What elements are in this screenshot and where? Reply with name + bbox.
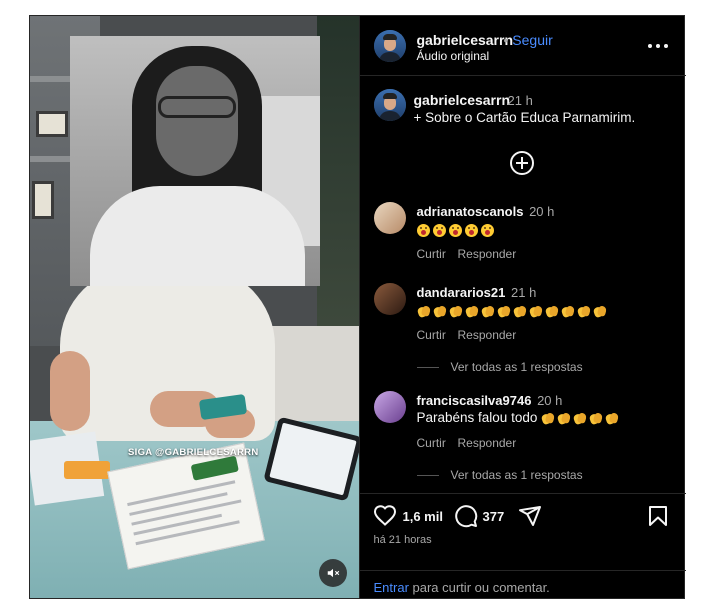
comments-count[interactable]: 377 [483, 509, 505, 524]
author-avatar[interactable] [373, 30, 406, 62]
clapping-emoji [497, 305, 510, 318]
clapping-emoji [541, 412, 554, 425]
woman-face [156, 66, 238, 176]
like-comment-button[interactable]: Curtir [417, 247, 446, 261]
comment-username[interactable]: adrianatoscanols 20 h [417, 204, 555, 219]
clapping-emoji [433, 305, 446, 318]
clapping-emoji [593, 305, 606, 318]
caption-avatar[interactable] [373, 89, 406, 121]
glasses [158, 96, 236, 118]
post-header: gabrielcesarrn • Seguir Áudio original [359, 16, 686, 76]
post-actions: 1,6 mil 377 há 21 horas Entrar para curt… [359, 493, 686, 599]
view-replies-label[interactable]: Ver todas as 1 respostas [451, 468, 583, 482]
clapping-emoji [605, 412, 618, 425]
clapping-emoji [449, 305, 462, 318]
video-watermark: SIGA @GABRIELCESARRN [128, 447, 259, 458]
comment-avatar[interactable] [373, 391, 406, 423]
follow-button[interactable]: • Seguir [504, 32, 553, 48]
overlay-photo [70, 36, 320, 286]
speaker-muted-icon [327, 568, 340, 578]
comment-text [417, 303, 609, 318]
share-icon[interactable] [518, 504, 542, 528]
caption-text: + Sobre o Cartão Educa Parnamirim. [413, 110, 636, 125]
woman-body [90, 186, 305, 286]
comment-time: 20 h [537, 393, 563, 408]
like-comment-button[interactable]: Curtir [417, 436, 446, 450]
clapping-emoji [545, 305, 558, 318]
heart-icon[interactable] [373, 504, 397, 528]
post-panel: gabrielcesarrn • Seguir Áudio original g… [358, 16, 686, 599]
login-text: para curtir ou comentar. [412, 580, 550, 595]
comment-text: Parabéns falou todo [417, 410, 622, 425]
clapping-emoji [561, 305, 574, 318]
post-timestamp: há 21 horas [373, 534, 432, 546]
caption-username[interactable]: gabrielcesarrn [414, 92, 511, 108]
clapping-emoji [481, 305, 494, 318]
clapping-emoji [573, 412, 586, 425]
man-arm [50, 351, 90, 431]
reply-comment-button[interactable]: Responder [458, 247, 517, 261]
reply-comment-button[interactable]: Responder [458, 436, 517, 450]
comment-icon[interactable] [454, 504, 478, 528]
astonished-emoji [464, 223, 478, 237]
reel-video[interactable]: SIGA @GABRIELCESARRN [30, 16, 359, 598]
replies-divider [416, 474, 439, 476]
comment-username[interactable]: dandararios21 21 h [417, 285, 537, 300]
clapping-emoji [513, 305, 526, 318]
post-modal: SIGA @GABRIELCESARRN gabrielcesarrn • Se… [29, 15, 686, 599]
audio-label[interactable]: Áudio original [417, 49, 490, 63]
bookmark-icon[interactable] [646, 504, 670, 528]
like-comment-button[interactable]: Curtir [417, 328, 446, 342]
astonished-emoji [432, 223, 446, 237]
astonished-emoji [448, 223, 462, 237]
clapping-emoji [589, 412, 602, 425]
clapping-emoji [577, 305, 590, 318]
view-replies-button[interactable]: Ver todas as 1 respostas [416, 468, 583, 482]
astonished-emoji [416, 223, 430, 237]
caption-time: 21 h [507, 93, 533, 108]
reply-comment-button[interactable]: Responder [458, 328, 517, 342]
mute-button[interactable] [319, 559, 347, 587]
newspaper-logo [190, 455, 239, 481]
author-username[interactable]: gabrielcesarrn [417, 32, 514, 48]
clapping-emoji [529, 305, 542, 318]
office-window [316, 16, 359, 346]
likes-count[interactable]: 1,6 mil [403, 509, 443, 524]
view-replies-button[interactable]: Ver todas as 1 respostas [416, 360, 583, 374]
follow-label[interactable]: Seguir [512, 32, 552, 48]
view-replies-label[interactable]: Ver todas as 1 respostas [451, 360, 583, 374]
clapping-emoji [557, 412, 570, 425]
follow-separator: • [503, 32, 509, 48]
picture-frame [32, 181, 54, 219]
login-link[interactable]: Entrar [374, 580, 409, 595]
clapping-emoji [465, 305, 478, 318]
comment-username[interactable]: franciscasilva9746 20 h [417, 393, 563, 408]
more-options-icon[interactable] [647, 38, 668, 54]
load-more-comments-icon[interactable] [509, 151, 534, 175]
comment-time: 21 h [511, 285, 537, 300]
clapping-emoji [417, 305, 430, 318]
comment-avatar[interactable] [373, 202, 406, 234]
comment-avatar[interactable] [373, 283, 406, 315]
astonished-emoji [480, 223, 494, 237]
comment-time: 20 h [529, 204, 555, 219]
picture-frame [36, 111, 68, 137]
replies-divider [416, 366, 439, 368]
comment-text [416, 222, 497, 237]
card [64, 461, 110, 479]
login-prompt: Entrar para curtir ou comentar. [359, 570, 686, 599]
